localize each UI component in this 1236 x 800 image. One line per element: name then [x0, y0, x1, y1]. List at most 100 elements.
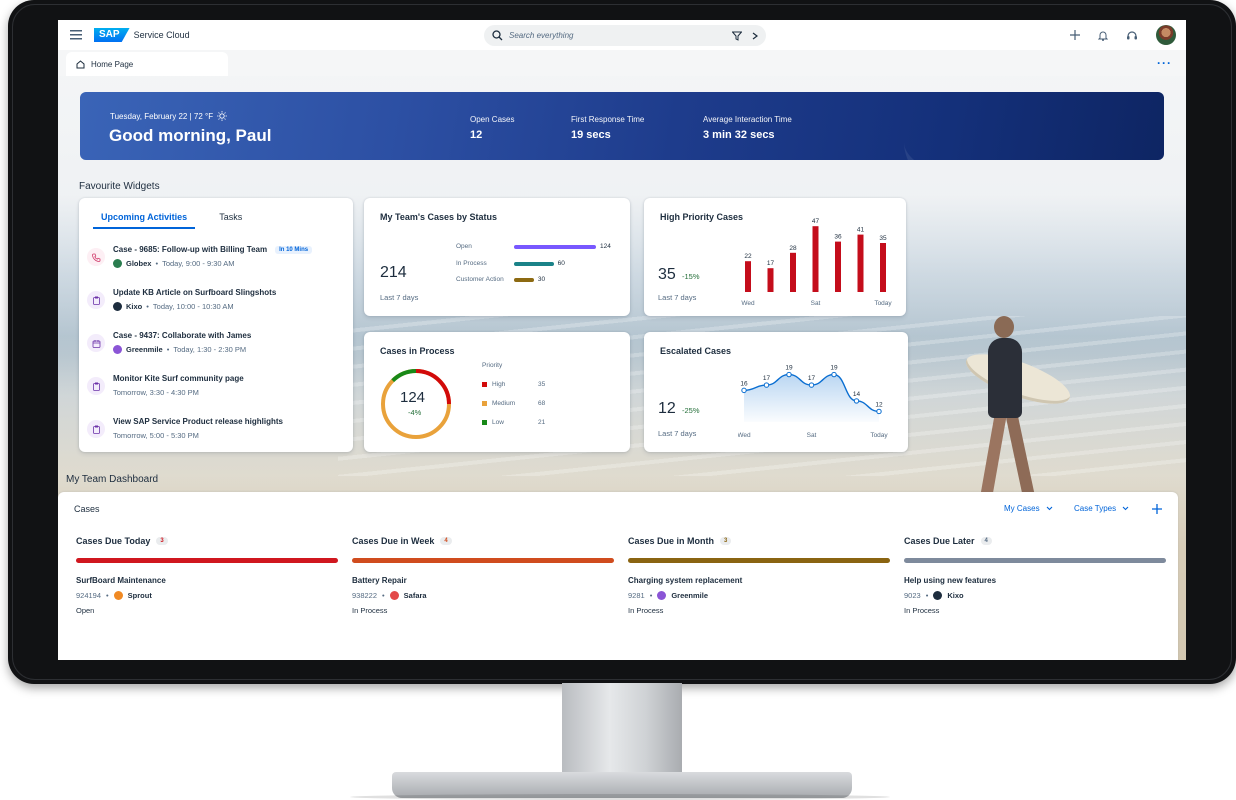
- data-label: 22: [744, 253, 752, 260]
- bell-icon[interactable]: [1098, 30, 1108, 41]
- support-icon[interactable]: [1126, 30, 1138, 41]
- data-point: [741, 387, 747, 394]
- activity-item[interactable]: Update KB Article on Surfboard Slingshot…: [87, 285, 345, 328]
- priority-row-medium: Medium 68: [482, 400, 545, 407]
- activity-time: Today, 1:30 - 2:30 PM: [173, 345, 247, 354]
- filter-icon[interactable]: [732, 31, 742, 41]
- card-title: High Priority Cases: [660, 212, 744, 222]
- company-logo: [113, 259, 122, 268]
- screen: SAP Service Cloud Search everything Home…: [58, 20, 1186, 660]
- process-card[interactable]: Cases in Process 124 -4% Priority High 35…: [364, 332, 630, 452]
- menu-icon[interactable]: [68, 27, 84, 43]
- tab-upcoming-activities[interactable]: Upcoming Activities: [93, 212, 196, 229]
- case-status: Open: [76, 606, 95, 615]
- case-card[interactable]: Help using new features 9023 • Kixo In Pro…: [904, 576, 1166, 615]
- column-count: 4: [440, 537, 452, 545]
- company-name: Greenmile: [126, 345, 163, 354]
- status-total: 214: [380, 264, 407, 281]
- status-row-in-process: In Process 60: [456, 260, 565, 267]
- status-card[interactable]: My Team's Cases by Status 214 Last 7 day…: [364, 198, 630, 316]
- date-weather: Tuesday, February 22 | 72 °F: [110, 111, 228, 121]
- activity-item[interactable]: Monitor Kite Surf community page Tomorro…: [87, 371, 345, 414]
- bar: [790, 252, 796, 292]
- board-title: Cases: [74, 504, 100, 514]
- data-label: 17: [808, 375, 816, 382]
- search-icon: [492, 30, 503, 41]
- sap-logo[interactable]: SAP: [94, 28, 130, 42]
- company-name: Kixo: [126, 302, 143, 311]
- data-label: 35: [879, 235, 887, 242]
- column-title: Cases Due in Week: [352, 536, 435, 546]
- activity-item[interactable]: Case - 9437: Collaborate with James Gree…: [87, 328, 345, 371]
- priority-row-low: Low 21: [482, 419, 545, 426]
- company-name: Safara: [403, 591, 427, 600]
- bar: [880, 243, 886, 292]
- case-card[interactable]: SurfBoard Maintenance 924194 • Sprout Open: [76, 576, 338, 615]
- tab-home-page[interactable]: Home Page: [66, 52, 228, 76]
- data-point: [831, 371, 837, 378]
- x-tick-label: Wed: [741, 300, 755, 307]
- add-icon[interactable]: [1152, 504, 1162, 514]
- data-point: [808, 382, 815, 388]
- activity-title: Monitor Kite Surf community page: [113, 374, 244, 383]
- data-point: [853, 398, 860, 404]
- card-title: Cases in Process: [380, 346, 455, 356]
- case-card[interactable]: Battery Repair 938222 • Safara In Process: [352, 576, 614, 615]
- column-title: Cases Due Later: [904, 536, 975, 546]
- company-name: Sprout: [127, 591, 152, 600]
- activity-title: Update KB Article on Surfboard Slingshot…: [113, 288, 277, 297]
- activity-time: Tomorrow, 3:30 - 4:30 PM: [113, 388, 199, 397]
- case-types-select[interactable]: Case Types: [1074, 504, 1129, 513]
- data-point: [876, 408, 882, 415]
- process-total: 124: [400, 389, 426, 406]
- search-input[interactable]: Search everything: [509, 31, 732, 40]
- activity-badge: In 10 Mins: [275, 246, 313, 254]
- x-tick-label: Sat: [811, 300, 821, 307]
- search-field[interactable]: Search everything: [484, 25, 766, 46]
- data-point: [763, 382, 770, 388]
- avatar[interactable]: [1156, 25, 1176, 45]
- case-card[interactable]: Charging system replacement 9281 • Greenmi…: [628, 576, 890, 615]
- column-due-later: Cases Due Later 4 Help using new features…: [904, 536, 1166, 615]
- more-icon[interactable]: ···: [1157, 56, 1172, 70]
- activity-item[interactable]: View SAP Service Product release highlig…: [87, 414, 345, 457]
- column-title: Cases Due in Month: [628, 536, 715, 546]
- data-point: [786, 371, 792, 378]
- add-icon[interactable]: [1070, 30, 1080, 40]
- data-label: 17: [763, 375, 771, 382]
- column-due-today: Cases Due Today 3 SurfBoard Maintenance 9…: [76, 536, 338, 615]
- priority-row-high: High 35: [482, 381, 545, 388]
- section-favourite-widgets: Favourite Widgets: [79, 181, 160, 192]
- high-priority-trend: -15%: [682, 272, 700, 281]
- bar: [767, 268, 774, 292]
- kpi-avg-interaction[interactable]: Average Interaction Time 3 min 32 secs: [703, 115, 792, 141]
- kpi-open-cases[interactable]: Open Cases 12: [470, 115, 514, 141]
- tab-home-label: Home Page: [91, 59, 134, 69]
- chevron-down-icon: [1122, 506, 1129, 511]
- cases-board: Cases My Cases Case Types Cases Due Toda…: [58, 492, 1178, 660]
- bar: [812, 226, 819, 292]
- escalated-card[interactable]: Escalated Cases 12 -25% Last 7 days 16 17…: [644, 332, 908, 452]
- company-logo: [657, 591, 667, 600]
- tab-tasks[interactable]: Tasks: [219, 212, 242, 229]
- activity-item[interactable]: Case - 9685: Follow-up with Billing Team…: [87, 242, 345, 285]
- kpi-first-response[interactable]: First Response Time 19 secs: [571, 115, 644, 141]
- data-label: 47: [812, 218, 820, 225]
- activity-time: Tomorrow, 5:00 - 5:30 PM: [113, 431, 199, 440]
- activity-time: Today, 9:00 - 9:30 AM: [162, 259, 235, 268]
- process-trend: -4%: [408, 408, 422, 417]
- home-content: Tuesday, February 22 | 72 °F Good mornin…: [58, 76, 1186, 660]
- escalated-line-chart: 16 17 19 17 19 14 12 Wed Sat Today: [738, 365, 888, 439]
- chevron-right-icon[interactable]: [752, 32, 758, 40]
- high-priority-card[interactable]: High Priority Cases 35 -15% Last 7 days …: [644, 198, 906, 316]
- my-cases-select[interactable]: My Cases: [1004, 504, 1053, 513]
- escalated-trend: -25%: [682, 406, 700, 415]
- activity-title: View SAP Service Product release highlig…: [113, 417, 283, 426]
- case-title: Help using new features: [904, 576, 997, 585]
- case-title: Battery Repair: [352, 576, 407, 585]
- case-title: SurfBoard Maintenance: [76, 576, 166, 585]
- status-bar: [514, 277, 534, 282]
- case-status: In Process: [352, 606, 388, 615]
- welcome-banner: Tuesday, February 22 | 72 °F Good mornin…: [80, 92, 1164, 160]
- case-id: 924194: [76, 591, 102, 600]
